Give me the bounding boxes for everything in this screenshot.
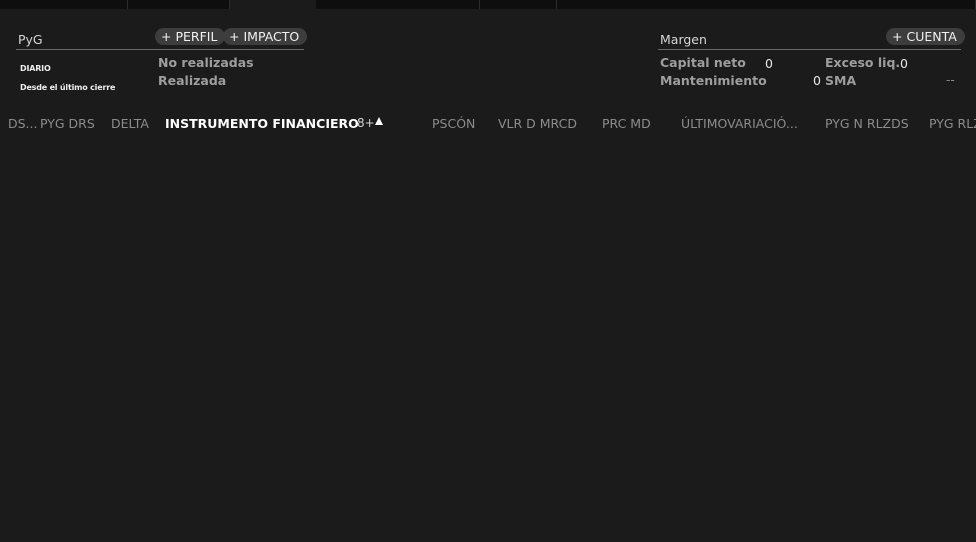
tab-strip [0, 0, 976, 9]
sma-value: -- [946, 73, 955, 87]
tab-1[interactable] [0, 0, 128, 9]
column-header-pyg-n-rlzds[interactable]: PYG N RLZDS [825, 116, 909, 131]
positions-table-body [0, 140, 976, 542]
exceso-liq-label: Exceso liq. [825, 55, 901, 70]
margen-title: Margen [660, 32, 707, 47]
column-header-pyg-drs[interactable]: PYG DRS [40, 116, 95, 131]
desde-ultimo-cierre-label: Desde el último cierre [20, 83, 116, 92]
mantenimiento-label: Mantenimiento [660, 73, 767, 88]
plus-icon: + [229, 29, 240, 44]
column-header-pyg-rlz[interactable]: PYG RLZ [929, 116, 976, 131]
diario-label: DIARIO [20, 64, 51, 73]
sort-count-indicator: 8+ [357, 116, 375, 130]
sort-ascending-icon [375, 117, 383, 125]
column-header-ds[interactable]: DS... [8, 116, 37, 131]
tab-active[interactable] [230, 0, 316, 9]
sma-label: SMA [825, 73, 857, 88]
add-impacto-button[interactable]: + IMPACTO [223, 28, 308, 45]
realizada-label: Realizada [158, 73, 227, 88]
perfil-label: PERFIL [175, 29, 218, 44]
plus-icon: + [892, 29, 903, 44]
plus-icon: + [161, 29, 172, 44]
column-header-instrumento-financiero[interactable]: INSTRUMENTO FINANCIERO [165, 116, 359, 131]
column-header-ultimo-variacion[interactable]: ÚLTIMOVARIACIÓ... [681, 116, 798, 131]
tab-6[interactable] [557, 0, 976, 9]
cuenta-label: CUENTA [906, 29, 957, 44]
tab-5[interactable] [480, 0, 557, 9]
tab-4[interactable] [316, 0, 480, 9]
pyg-title: PyG [18, 32, 43, 47]
exceso-liq-value: 0 [900, 56, 908, 71]
capital-neto-value: 0 [765, 56, 773, 71]
add-cuenta-button[interactable]: + CUENTA [886, 28, 965, 45]
pyg-divider [16, 49, 304, 50]
add-perfil-button[interactable]: + PERFIL [155, 28, 226, 45]
capital-neto-label: Capital neto [660, 55, 746, 70]
column-header-prc-md[interactable]: PRC MD [602, 116, 651, 131]
mantenimiento-value: 0 [813, 73, 821, 88]
no-realizadas-label: No realizadas [158, 55, 254, 70]
tab-2[interactable] [128, 0, 230, 9]
margen-divider [658, 49, 961, 50]
column-header-delta[interactable]: DELTA [111, 116, 149, 131]
column-header-vlr-d-mrcd[interactable]: VLR D MRCD [498, 116, 577, 131]
column-header-pscon[interactable]: PSCÓN [432, 116, 475, 131]
impacto-label: IMPACTO [243, 29, 300, 44]
